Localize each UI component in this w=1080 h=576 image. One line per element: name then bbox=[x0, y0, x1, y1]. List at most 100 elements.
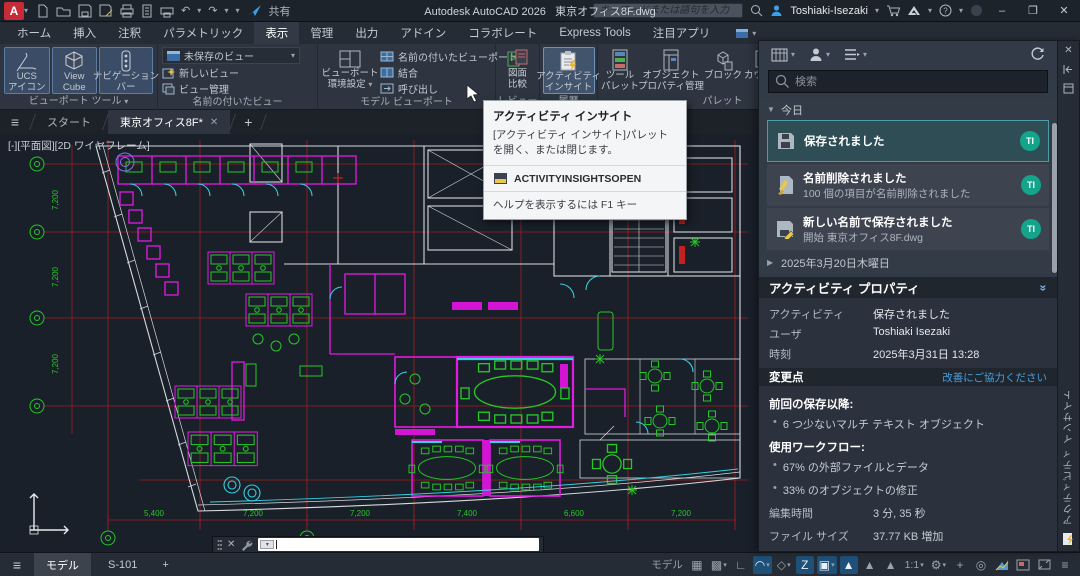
layout-tab-s101[interactable]: S-101 bbox=[96, 553, 149, 576]
save-icon[interactable] bbox=[78, 4, 92, 18]
navigation-bar-button[interactable]: ナビゲーションバー bbox=[99, 47, 153, 94]
minimize-button[interactable]: – bbox=[990, 1, 1014, 21]
activity-properties-header[interactable]: アクティビティ プロパティ » bbox=[759, 277, 1057, 298]
new-view-button[interactable]: 新しいビュー bbox=[162, 65, 313, 80]
collapse-section-icon[interactable]: » bbox=[1037, 284, 1051, 291]
close-tab-icon[interactable]: ✕ bbox=[210, 117, 218, 128]
help-caret-icon[interactable]: ▾ bbox=[959, 6, 963, 15]
model-space-button[interactable]: モデル bbox=[649, 556, 685, 574]
graphics-performance-icon[interactable] bbox=[993, 556, 1011, 574]
drawing-compare-button[interactable]: 図面比較 bbox=[500, 47, 535, 94]
panel-label-model-viewports[interactable]: モデル ビューポート bbox=[318, 96, 495, 110]
notification-icon[interactable] bbox=[970, 4, 983, 17]
save-as-icon[interactable] bbox=[99, 4, 113, 18]
app-menu-caret-icon[interactable]: ▾ bbox=[24, 6, 28, 15]
activity-insights-button[interactable]: アクティビティインサイト bbox=[543, 47, 595, 94]
user-filter-button[interactable]: ▾ bbox=[809, 47, 830, 62]
close-button[interactable]: ✕ bbox=[1052, 1, 1076, 21]
tab-output[interactable]: 出力 bbox=[344, 22, 389, 44]
activity-search-input[interactable] bbox=[768, 70, 1048, 93]
tab-manage[interactable]: 管理 bbox=[299, 22, 344, 44]
panel-label-named-views[interactable]: 名前の付いたビュー bbox=[158, 96, 317, 110]
annotation-scale-value[interactable]: 1:1▾ bbox=[903, 556, 926, 574]
event-filter-button[interactable]: ▾ bbox=[844, 48, 867, 61]
tab-collaborate[interactable]: コラボレート bbox=[457, 22, 548, 44]
annotation-scale-icon[interactable]: ▲ bbox=[882, 556, 900, 574]
user-name[interactable]: Toshiaki-Isezaki bbox=[790, 5, 868, 17]
palette-properties-icon[interactable] bbox=[1063, 83, 1074, 94]
date-filter-button[interactable]: ▾ bbox=[771, 47, 795, 62]
command-wrench-icon[interactable] bbox=[240, 539, 253, 551]
new-drawing-tab-button[interactable]: + bbox=[235, 110, 261, 134]
annotation-visibility-toggle[interactable]: ▲ bbox=[840, 556, 858, 574]
auto-hide-icon[interactable] bbox=[1063, 64, 1074, 75]
tab-parametric[interactable]: パラメトリック bbox=[152, 22, 254, 44]
autodesk-caret-icon[interactable]: ▾ bbox=[928, 6, 932, 15]
blocks-button[interactable]: ブロック bbox=[704, 47, 742, 94]
clean-screen-icon[interactable] bbox=[1014, 556, 1032, 574]
object-properties-button[interactable]: オブジェクトプロパティ管理 bbox=[640, 47, 702, 94]
qat-customize-icon[interactable]: ▾ bbox=[235, 6, 239, 15]
tab-featured-apps[interactable]: 注目アプリ bbox=[642, 22, 722, 44]
restore-button[interactable]: ❐ bbox=[1021, 1, 1045, 21]
feedback-link[interactable]: 改善にご協力ください bbox=[942, 370, 1047, 385]
activity-item-purged[interactable]: 名前削除されました 100 個の項目が名前削除されました TI bbox=[767, 164, 1049, 206]
isometric-drafting-toggle[interactable]: ◇▾ bbox=[775, 556, 793, 574]
help-search-input[interactable] bbox=[593, 3, 743, 18]
tab-annotate[interactable]: 注釈 bbox=[107, 22, 152, 44]
undo-caret-icon[interactable]: ▾ bbox=[197, 6, 201, 15]
cart-icon[interactable] bbox=[886, 4, 900, 17]
palette-scrollbar[interactable] bbox=[1052, 123, 1057, 273]
print-icon[interactable] bbox=[160, 4, 174, 18]
command-line-bar[interactable]: ✕ ▾ bbox=[212, 536, 544, 553]
redo-caret-icon[interactable]: ▾ bbox=[224, 6, 228, 15]
object-snap-toggle[interactable]: ▣▾ bbox=[817, 556, 837, 574]
object-snap-tracking-toggle[interactable]: Z bbox=[796, 556, 814, 574]
redo-icon[interactable]: ↷ bbox=[208, 4, 217, 17]
refresh-icon[interactable] bbox=[1030, 47, 1045, 62]
undo-icon[interactable]: ↶ bbox=[181, 4, 190, 17]
ucs-icon-button[interactable]: UCSアイコン bbox=[4, 47, 50, 94]
activity-item-saved[interactable]: 保存されました TI bbox=[767, 120, 1049, 162]
open-folder-icon[interactable] bbox=[56, 4, 71, 18]
palette-close-icon[interactable]: ✕ bbox=[1064, 45, 1072, 56]
annotation-monitor-icon[interactable]: + bbox=[951, 556, 969, 574]
app-menu-button[interactable]: A bbox=[4, 2, 24, 20]
tab-express-tools[interactable]: Express Tools bbox=[548, 22, 641, 44]
user-icon[interactable] bbox=[770, 4, 783, 17]
isolate-objects-icon[interactable]: ◎ bbox=[972, 556, 990, 574]
workspace-gear-icon[interactable]: ⚙▾ bbox=[929, 556, 948, 574]
activity-item-saved-as[interactable]: 新しい名前で保存されました 開始 東京オフィス8F.dwg TI bbox=[767, 208, 1049, 250]
view-manager-button[interactable]: ビュー管理 bbox=[162, 81, 313, 96]
user-caret-icon[interactable]: ▾ bbox=[875, 6, 879, 15]
tab-drawing[interactable]: 東京オフィス8F*✕ bbox=[108, 110, 230, 134]
tab-addins[interactable]: アドイン bbox=[389, 22, 457, 44]
tool-palettes-button[interactable]: ツールパレット bbox=[602, 47, 638, 94]
viewport-config-button[interactable]: ビューポート 環境設定 ▾ bbox=[322, 47, 378, 94]
viewport-controls-label[interactable]: [-][平面図][2D ワイヤフレーム] bbox=[8, 138, 150, 153]
tab-start[interactable]: スタート bbox=[35, 110, 103, 134]
tab-insert[interactable]: 挿入 bbox=[62, 22, 107, 44]
autodesk-logo-icon[interactable] bbox=[907, 5, 921, 16]
snap-mode-toggle[interactable]: ▩▾ bbox=[709, 556, 729, 574]
customization-icon[interactable]: ≡ bbox=[1056, 556, 1074, 574]
publish-icon[interactable] bbox=[141, 4, 153, 18]
model-tab[interactable]: モデル bbox=[34, 553, 91, 576]
command-grip-icon[interactable] bbox=[217, 539, 222, 551]
today-group-row[interactable]: ▼ 今日 bbox=[767, 99, 1049, 120]
new-layout-button[interactable]: + bbox=[154, 553, 176, 576]
autoscale-toggle[interactable]: ▲ bbox=[861, 556, 879, 574]
command-input[interactable]: ▾ bbox=[258, 538, 539, 551]
fullscreen-icon[interactable] bbox=[1035, 556, 1053, 574]
command-close-icon[interactable]: ✕ bbox=[227, 539, 235, 550]
polar-tracking-toggle[interactable]: ◠▾ bbox=[753, 556, 772, 574]
grid-display-toggle[interactable]: ▦ bbox=[688, 556, 706, 574]
search-icon[interactable] bbox=[750, 4, 763, 17]
viewcube-button[interactable]: ViewCube bbox=[52, 47, 98, 94]
layout-menu-icon[interactable]: ≡ bbox=[0, 557, 34, 573]
palette-vertical-title[interactable]: アクティビティ インサイト bbox=[1062, 389, 1077, 525]
older-group-row[interactable]: ▶ 2025年3月20日木曜日 bbox=[767, 252, 1049, 273]
ortho-mode-toggle[interactable]: ∟ bbox=[732, 556, 750, 574]
new-file-icon[interactable] bbox=[36, 4, 49, 18]
plot-icon[interactable] bbox=[120, 4, 134, 18]
